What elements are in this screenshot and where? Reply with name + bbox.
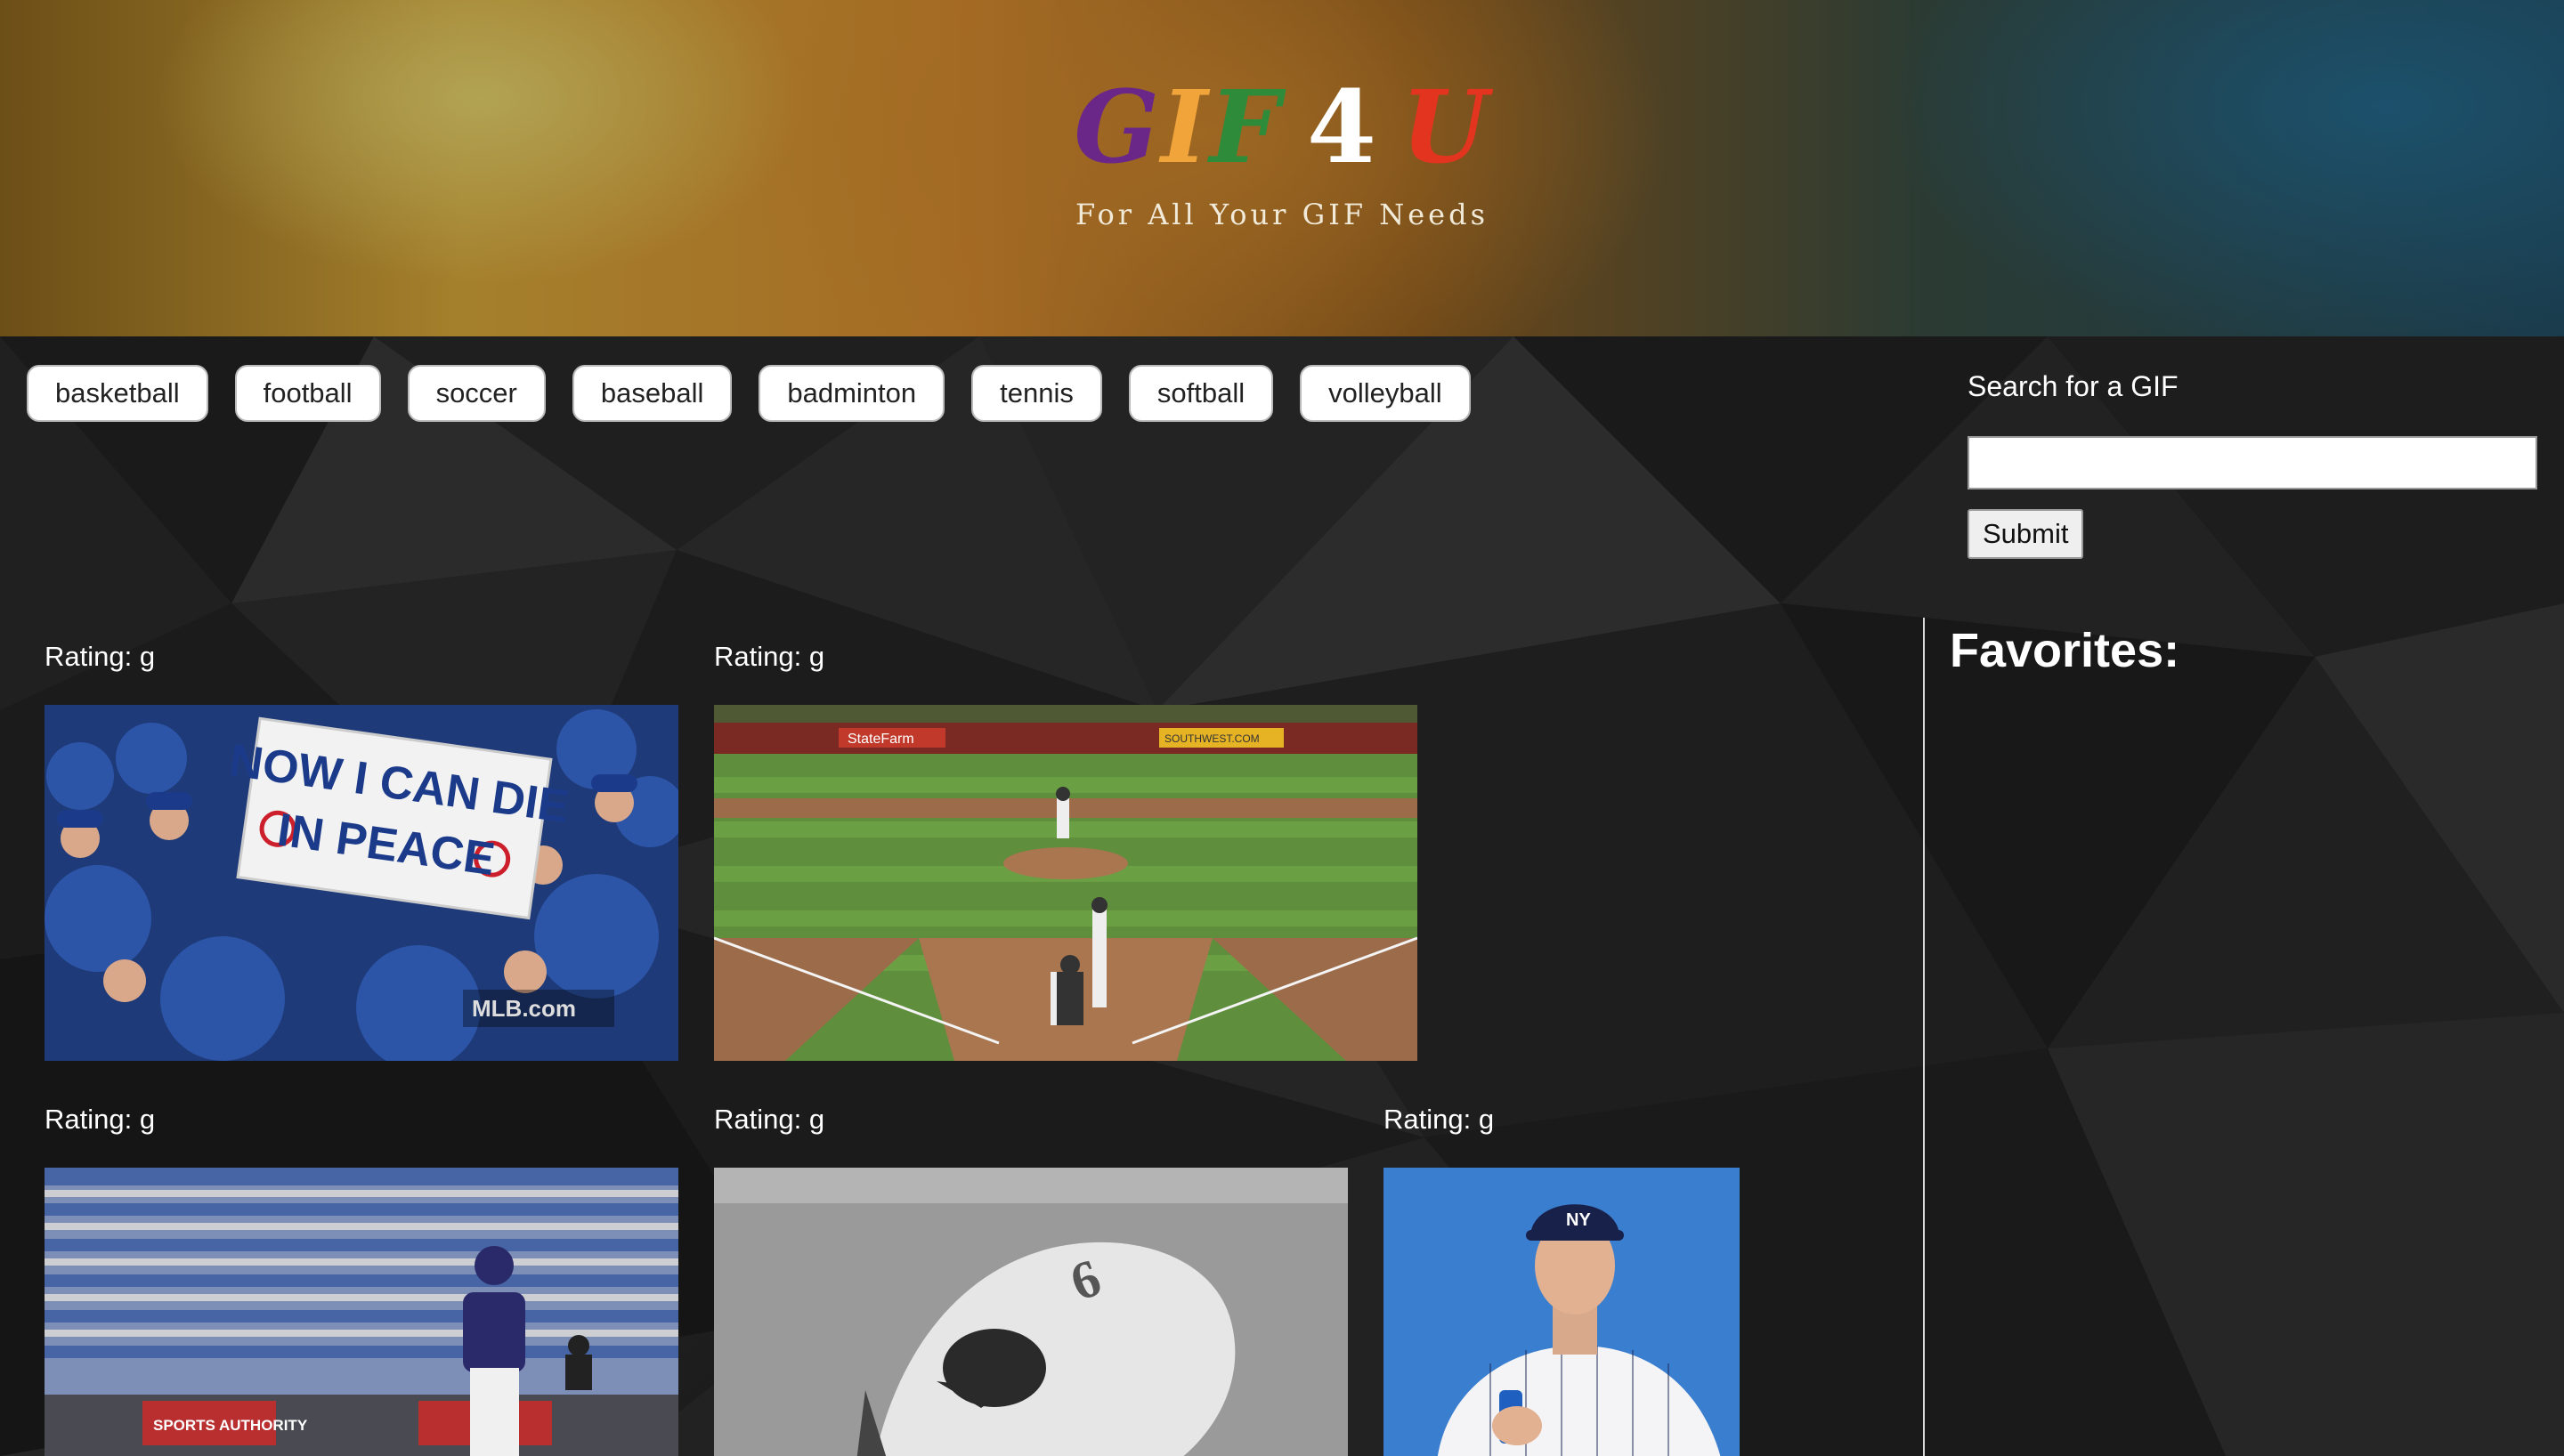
topic-button-softball[interactable]: softball bbox=[1128, 365, 1274, 422]
stadium-ad: SOUTHWEST.COM bbox=[1164, 732, 1260, 745]
page: GIF 4 U For All Your GIF Needs basketbal… bbox=[0, 0, 2564, 1456]
gif-image[interactable]: 6 bbox=[714, 1168, 1348, 1456]
gif-rating: Rating: g bbox=[714, 641, 825, 672]
gif-image[interactable]: NY bbox=[1383, 1168, 1740, 1456]
topic-button-soccer[interactable]: soccer bbox=[407, 365, 546, 422]
gif-rating: Rating: g bbox=[45, 641, 156, 672]
logo-letter: I bbox=[1161, 69, 1210, 186]
stadium-ad: StateFarm bbox=[848, 732, 914, 747]
logo-letter: G bbox=[1074, 69, 1162, 186]
topic-button-volleyball[interactable]: volleyball bbox=[1300, 365, 1471, 422]
favorites-title: Favorites: bbox=[1950, 624, 2180, 677]
gif-card: Rating: g NOW I CAN DIE IN PEACE MLB.com bbox=[45, 641, 678, 1068]
topic-button-badminton[interactable]: badminton bbox=[759, 365, 945, 422]
site-tagline: For All Your GIF Needs bbox=[1075, 198, 1489, 231]
logo-letter: F bbox=[1209, 69, 1282, 186]
gif-card: Rating: g NY bbox=[1383, 1104, 1740, 1456]
submit-button[interactable]: Submit bbox=[1968, 509, 2084, 559]
search-input[interactable] bbox=[1968, 436, 2537, 489]
site-logo: GIF 4 U bbox=[0, 78, 2564, 178]
topic-buttons: basketball football soccer baseball badm… bbox=[27, 365, 1471, 422]
gif-image[interactable]: StateFarm SOUTHWEST.COM bbox=[714, 705, 1417, 1061]
gif-rating: Rating: g bbox=[714, 1104, 825, 1135]
gif-watermark: MLB.com bbox=[472, 995, 576, 1022]
gif-image[interactable]: SPORTS AUTHORITY bbox=[45, 1168, 678, 1456]
logo-letter: 4 bbox=[1306, 69, 1378, 186]
favorites-divider bbox=[1923, 618, 1925, 1456]
gif-rating: Rating: g bbox=[1383, 1104, 1495, 1135]
logo-letter: U bbox=[1400, 69, 1490, 186]
gif-card: Rating: g 6 bbox=[714, 1104, 1348, 1456]
gif-rating: Rating: g bbox=[45, 1104, 156, 1135]
topic-button-football[interactable]: football bbox=[234, 365, 381, 422]
topic-button-basketball[interactable]: basketball bbox=[27, 365, 208, 422]
site-header: GIF 4 U For All Your GIF Needs bbox=[0, 0, 2564, 336]
search-label: Search for a GIF bbox=[1968, 370, 2179, 402]
gif-card: Rating: g SPORTS AUTHORITY bbox=[45, 1104, 678, 1456]
gif-image[interactable]: NOW I CAN DIE IN PEACE MLB.com bbox=[45, 705, 678, 1061]
banner-text: SPORTS AUTHORITY bbox=[153, 1417, 308, 1434]
cap-logo: NY bbox=[1566, 1210, 1591, 1230]
topic-button-tennis[interactable]: tennis bbox=[971, 365, 1102, 422]
gif-card: Rating: g StateFarm SOUTHWEST.COM bbox=[714, 641, 1417, 1068]
topic-button-baseball[interactable]: baseball bbox=[572, 365, 733, 422]
